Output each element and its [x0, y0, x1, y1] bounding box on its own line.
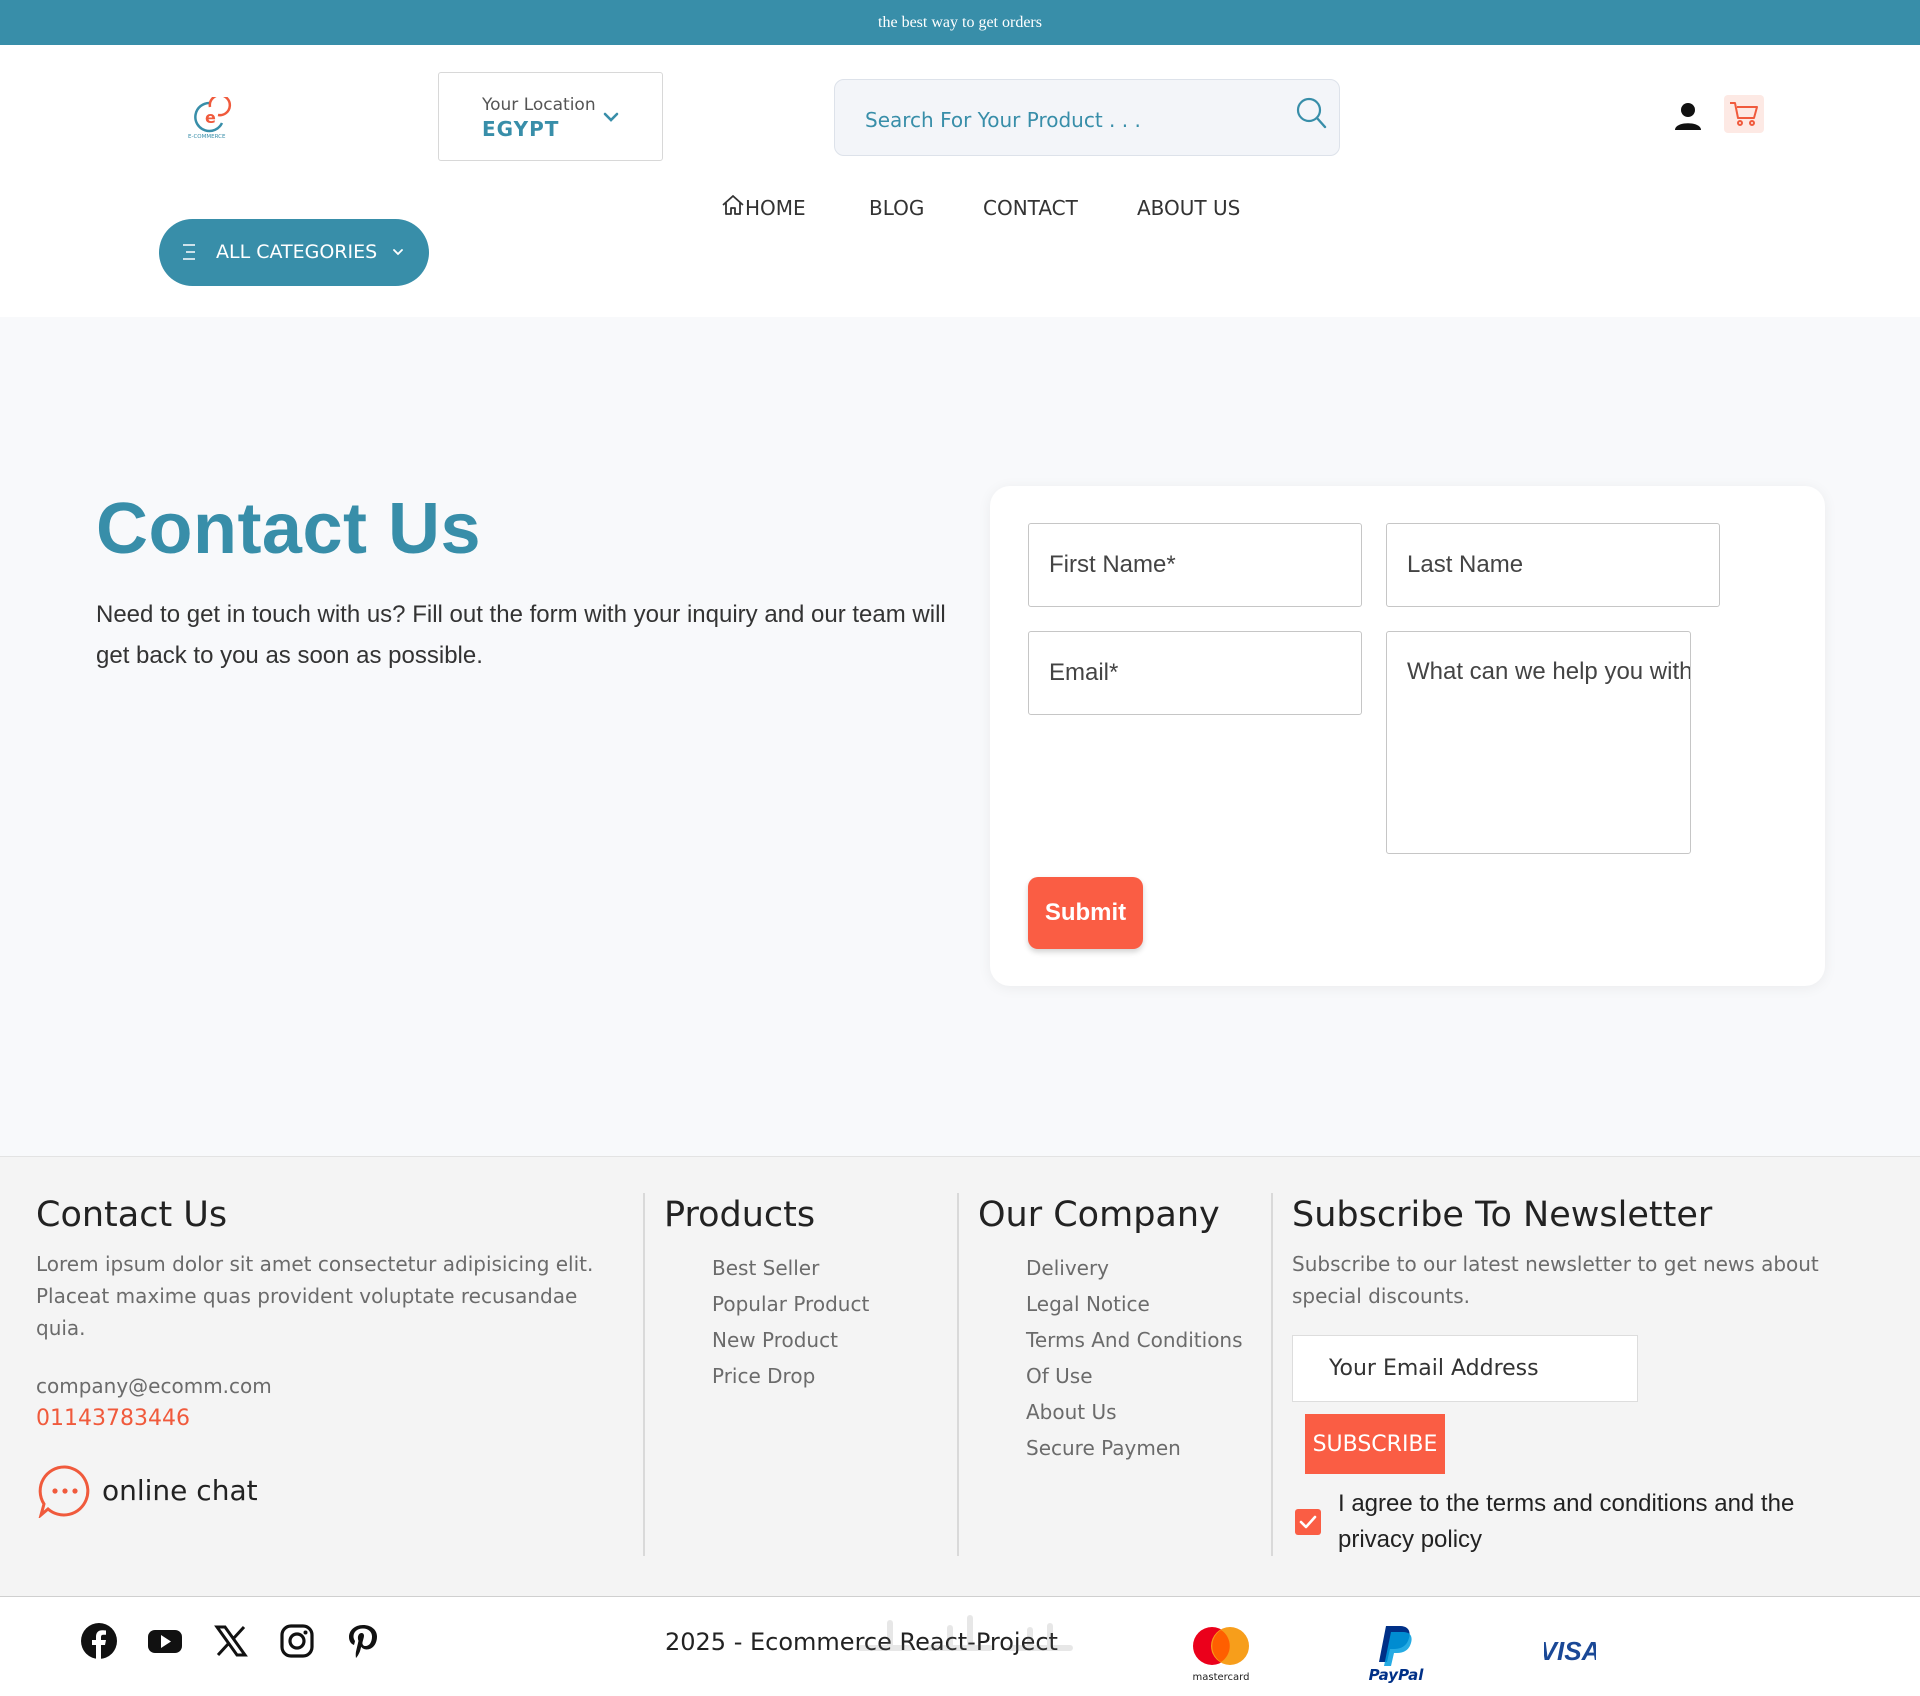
- nav-blog[interactable]: BLOG: [869, 196, 924, 220]
- footer-newsletter-title: Subscribe To Newsletter: [1292, 1195, 1713, 1235]
- footer-divider: [957, 1193, 959, 1556]
- footer-link-about-us[interactable]: About Us: [1026, 1400, 1117, 1424]
- logo[interactable]: e E-COMMERCE: [188, 93, 232, 141]
- message-textarea[interactable]: [1386, 631, 1691, 854]
- terms-checkbox[interactable]: [1295, 1509, 1321, 1535]
- svg-text:VISA: VISA: [1544, 1636, 1596, 1666]
- user-icon[interactable]: [1674, 101, 1702, 131]
- page-title: Contact Us: [96, 489, 482, 569]
- footer-link-legal-notice[interactable]: Legal Notice: [1026, 1292, 1150, 1316]
- facebook-icon[interactable]: [80, 1622, 118, 1660]
- nav-home[interactable]: HOME: [745, 196, 806, 220]
- cart-icon: [1730, 102, 1758, 126]
- paypal-icon: PayPal: [1369, 1626, 1425, 1684]
- svg-text:mastercard: mastercard: [1193, 1672, 1250, 1683]
- footer-company-title: Our Company: [978, 1195, 1220, 1235]
- watermark-logo: [857, 1615, 1073, 1651]
- footer-link-secure-payment[interactable]: Secure Paymen: [1026, 1436, 1181, 1460]
- announcement-bar: the best way to get orders: [0, 0, 1920, 45]
- search-box[interactable]: Search For Your Product . . .: [834, 79, 1340, 156]
- pinterest-icon[interactable]: [344, 1622, 382, 1660]
- footer-newsletter-description: Subscribe to our latest newsletter to ge…: [1292, 1252, 1819, 1308]
- chevron-down-icon: [603, 112, 619, 122]
- page-description: Need to get in touch with us? Fill out t…: [96, 601, 946, 669]
- newsletter-email-input[interactable]: [1292, 1335, 1638, 1402]
- instagram-icon[interactable]: [278, 1622, 316, 1660]
- subscribe-button[interactable]: SUBSCRIBE: [1305, 1414, 1445, 1474]
- footer-link-best-seller[interactable]: Best Seller: [712, 1256, 819, 1280]
- footer-products-title: Products: [664, 1195, 816, 1235]
- mastercard-icon: mastercard: [1193, 1627, 1250, 1683]
- footer-divider: [643, 1193, 645, 1556]
- chevron-down-icon: [393, 249, 403, 256]
- footer-phone[interactable]: 01143783446: [36, 1406, 190, 1431]
- header: e E-COMMERCE Your Location EGYPT Search …: [0, 45, 1920, 317]
- last-name-input[interactable]: [1386, 523, 1720, 607]
- email-input[interactable]: [1028, 631, 1362, 715]
- menu-icon: [183, 244, 195, 260]
- check-icon: [1299, 1515, 1317, 1529]
- search-placeholder[interactable]: Search For Your Product . . .: [865, 108, 1141, 132]
- footer-email[interactable]: company@ecomm.com: [36, 1374, 272, 1398]
- svg-text:E-COMMERCE: E-COMMERCE: [188, 134, 226, 140]
- location-label: Your Location: [482, 95, 596, 115]
- home-icon[interactable]: [721, 193, 745, 217]
- search-icon[interactable]: [1295, 96, 1327, 130]
- logo-icon: e E-COMMERCE: [188, 93, 232, 140]
- location-selector[interactable]: Your Location EGYPT: [438, 72, 663, 161]
- footer-link-popular-product[interactable]: Popular Product: [712, 1292, 869, 1316]
- all-categories-label: ALL CATEGORIES: [216, 241, 378, 263]
- all-categories-button[interactable]: ALL CATEGORIES: [159, 219, 429, 286]
- footer-link-delivery[interactable]: Delivery: [1026, 1256, 1109, 1280]
- online-chat-label[interactable]: online chat: [102, 1474, 258, 1507]
- chat-icon[interactable]: [38, 1464, 92, 1518]
- terms-label: I agree to the terms and conditions and …: [1338, 1490, 1795, 1553]
- x-icon[interactable]: [212, 1622, 250, 1660]
- first-name-input[interactable]: [1028, 523, 1362, 607]
- svg-text:e: e: [205, 108, 216, 127]
- location-value: EGYPT: [482, 117, 560, 141]
- footer-contact-description: Lorem ipsum dolor sit amet consectetur a…: [36, 1252, 594, 1340]
- footer-link-of-use[interactable]: Of Use: [1026, 1364, 1093, 1388]
- footer-contact-title: Contact Us: [36, 1195, 228, 1235]
- nav-about-us[interactable]: ABOUT US: [1137, 196, 1240, 220]
- cart-button[interactable]: [1724, 95, 1764, 133]
- footer-link-terms[interactable]: Terms And Conditions: [1026, 1328, 1243, 1352]
- footer-divider: [1271, 1193, 1273, 1556]
- footer-link-new-product[interactable]: New Product: [712, 1328, 838, 1352]
- announcement-text: the best way to get orders: [878, 13, 1042, 31]
- visa-icon: VISA: [1544, 1636, 1596, 1666]
- nav-contact[interactable]: CONTACT: [983, 196, 1078, 220]
- svg-text:PayPal: PayPal: [1369, 1666, 1425, 1684]
- submit-button[interactable]: Submit: [1028, 877, 1143, 949]
- youtube-icon[interactable]: [146, 1622, 184, 1660]
- footer-link-price-drop[interactable]: Price Drop: [712, 1364, 815, 1388]
